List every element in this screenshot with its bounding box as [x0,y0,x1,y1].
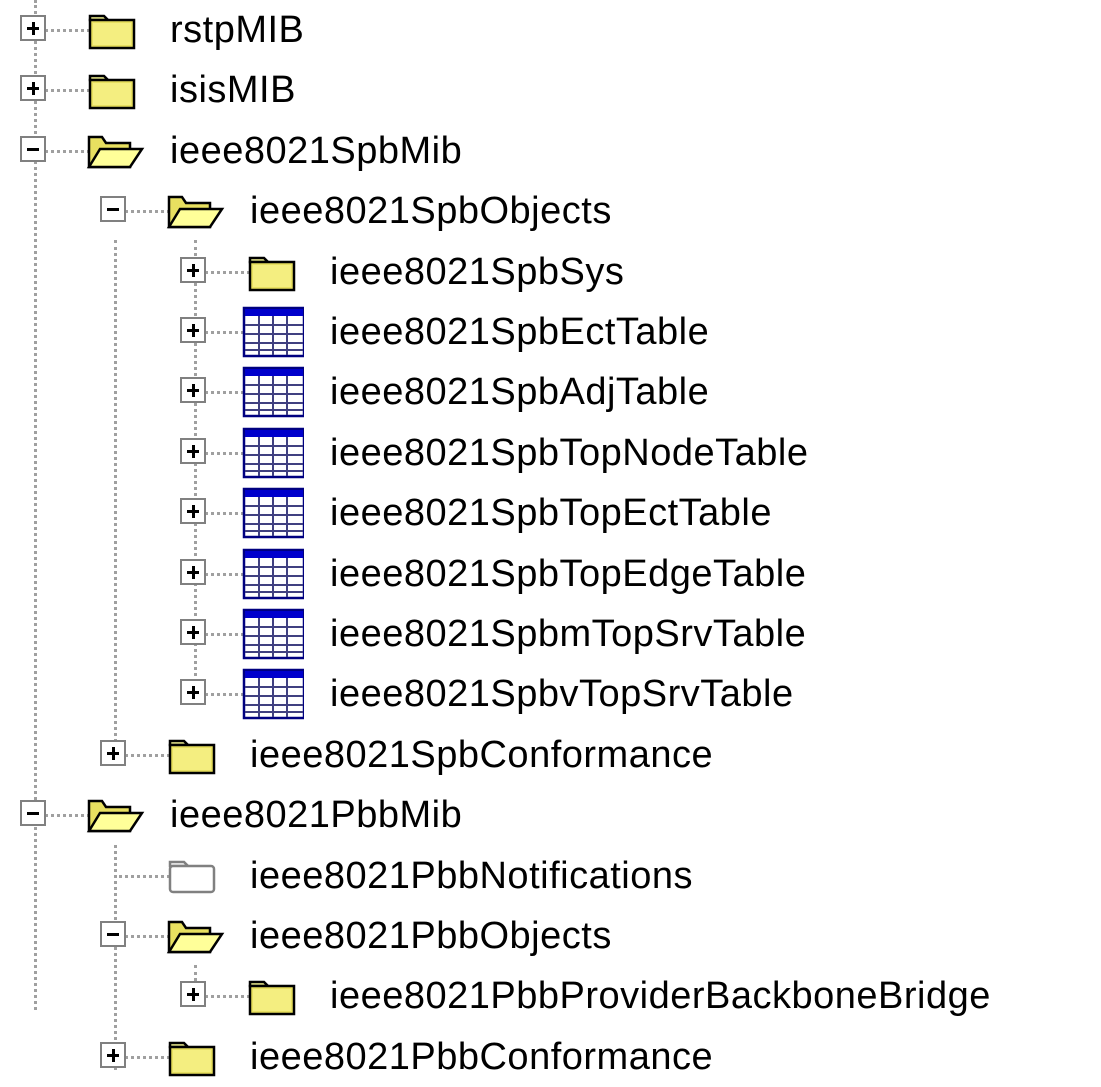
tree-node[interactable]: ieee8021SpbvTopSrvTable [0,664,1101,724]
folder-icon [84,62,146,118]
tree-node-label[interactable]: ieee8021SpbMib [170,129,462,173]
folder-icon [164,727,226,783]
table-icon [242,485,304,541]
tree-node[interactable]: ieee8021SpbConformance [0,725,1101,785]
expand-plus-icon[interactable] [20,15,46,41]
tree-node-label[interactable]: ieee8021SpbTopEdgeTable [330,552,806,596]
expand-plus-icon[interactable] [100,739,126,766]
tree-node[interactable]: ieee8021SpbMib [0,121,1101,181]
tree-node[interactable]: ieee8021SpbSys [0,242,1101,302]
tree-node[interactable]: ieee8021PbbMib [0,785,1101,845]
tree-node-label[interactable]: ieee8021PbbObjects [250,914,612,958]
tree-node[interactable]: isisMIB [0,60,1101,120]
mib-tree-view: rstpMIB isisMIB ieee8021SpbMib ieee8021SpbO… [0,0,1101,1078]
expand-plus-icon[interactable] [180,498,206,525]
collapse-minus-icon[interactable] [100,196,126,223]
tree-node[interactable]: ieee8021SpbTopEctTable [0,483,1101,543]
tree-node[interactable]: ieee8021PbbObjects [0,906,1101,966]
collapse-minus-icon[interactable] [100,921,126,947]
collapse-minus-icon[interactable] [20,800,46,827]
tree-node[interactable]: ieee8021SpbTopNodeTable [0,423,1101,483]
tree-node[interactable]: ieee8021SpbAdjTable [0,362,1101,422]
tree-node[interactable]: ieee8021SpbEctTable [0,302,1101,362]
expand-plus-icon[interactable] [180,619,206,645]
table-icon [242,546,304,602]
folder-open-icon [164,183,226,239]
table-icon [242,666,304,722]
folder-icon [244,968,306,1024]
tree-node-label[interactable]: ieee8021SpbSys [330,250,624,294]
folder-empty-icon [164,848,226,904]
folder-open-icon [84,787,146,843]
expand-plus-icon[interactable] [180,981,206,1008]
tree-node-label[interactable]: ieee8021SpbTopNodeTable [330,431,808,475]
tree-node-label[interactable]: ieee8021SpbAdjTable [330,370,709,414]
tree-node-label[interactable]: ieee8021SpbTopEctTable [330,491,772,535]
expand-plus-icon[interactable] [20,75,46,102]
tree-node[interactable]: ieee8021PbbProviderBackboneBridge [0,966,1101,1026]
expand-plus-icon[interactable] [180,558,206,585]
folder-open-icon [84,123,146,179]
tree-node-label[interactable]: ieee8021PbbConformance [250,1035,713,1079]
expand-plus-icon[interactable] [180,377,206,404]
table-icon [242,304,304,360]
tree-node[interactable]: ieee8021SpbmTopSrvTable [0,604,1101,664]
tree-node-label[interactable]: ieee8021PbbMib [170,793,462,837]
expand-plus-icon[interactable] [180,437,206,464]
expand-plus-icon[interactable] [180,256,206,283]
tree-node[interactable]: rstpMIB [0,0,1101,60]
tree-node-label[interactable]: ieee8021SpbObjects [250,189,612,233]
expand-plus-icon[interactable] [180,679,206,706]
folder-open-icon [164,908,226,964]
tree-node-label[interactable]: ieee8021SpbvTopSrvTable [330,672,794,716]
expand-plus-icon[interactable] [100,1041,126,1068]
tree-node-label[interactable]: rstpMIB [170,8,304,52]
table-icon [242,425,304,481]
tree-node-label[interactable]: ieee8021PbbProviderBackboneBridge [330,974,991,1018]
tree-node-label[interactable]: ieee8021SpbmTopSrvTable [330,612,806,656]
tree-node-label[interactable]: isisMIB [170,68,296,112]
table-icon [242,606,304,662]
table-icon [242,364,304,420]
tree-node[interactable]: ieee8021PbbConformance [0,1027,1101,1087]
collapse-minus-icon[interactable] [20,135,46,162]
tree-node[interactable]: ieee8021PbbNotifications [0,846,1101,906]
folder-icon [244,244,306,300]
tree-node[interactable]: ieee8021SpbTopEdgeTable [0,544,1101,604]
tree-node-label[interactable]: ieee8021PbbNotifications [250,854,693,898]
folder-icon [164,1029,226,1085]
tree-node[interactable]: ieee8021SpbObjects [0,181,1101,241]
tree-node-label[interactable]: ieee8021SpbConformance [250,733,713,777]
tree-node-label[interactable]: ieee8021SpbEctTable [330,310,709,354]
folder-icon [84,2,146,58]
expand-plus-icon[interactable] [180,317,206,343]
